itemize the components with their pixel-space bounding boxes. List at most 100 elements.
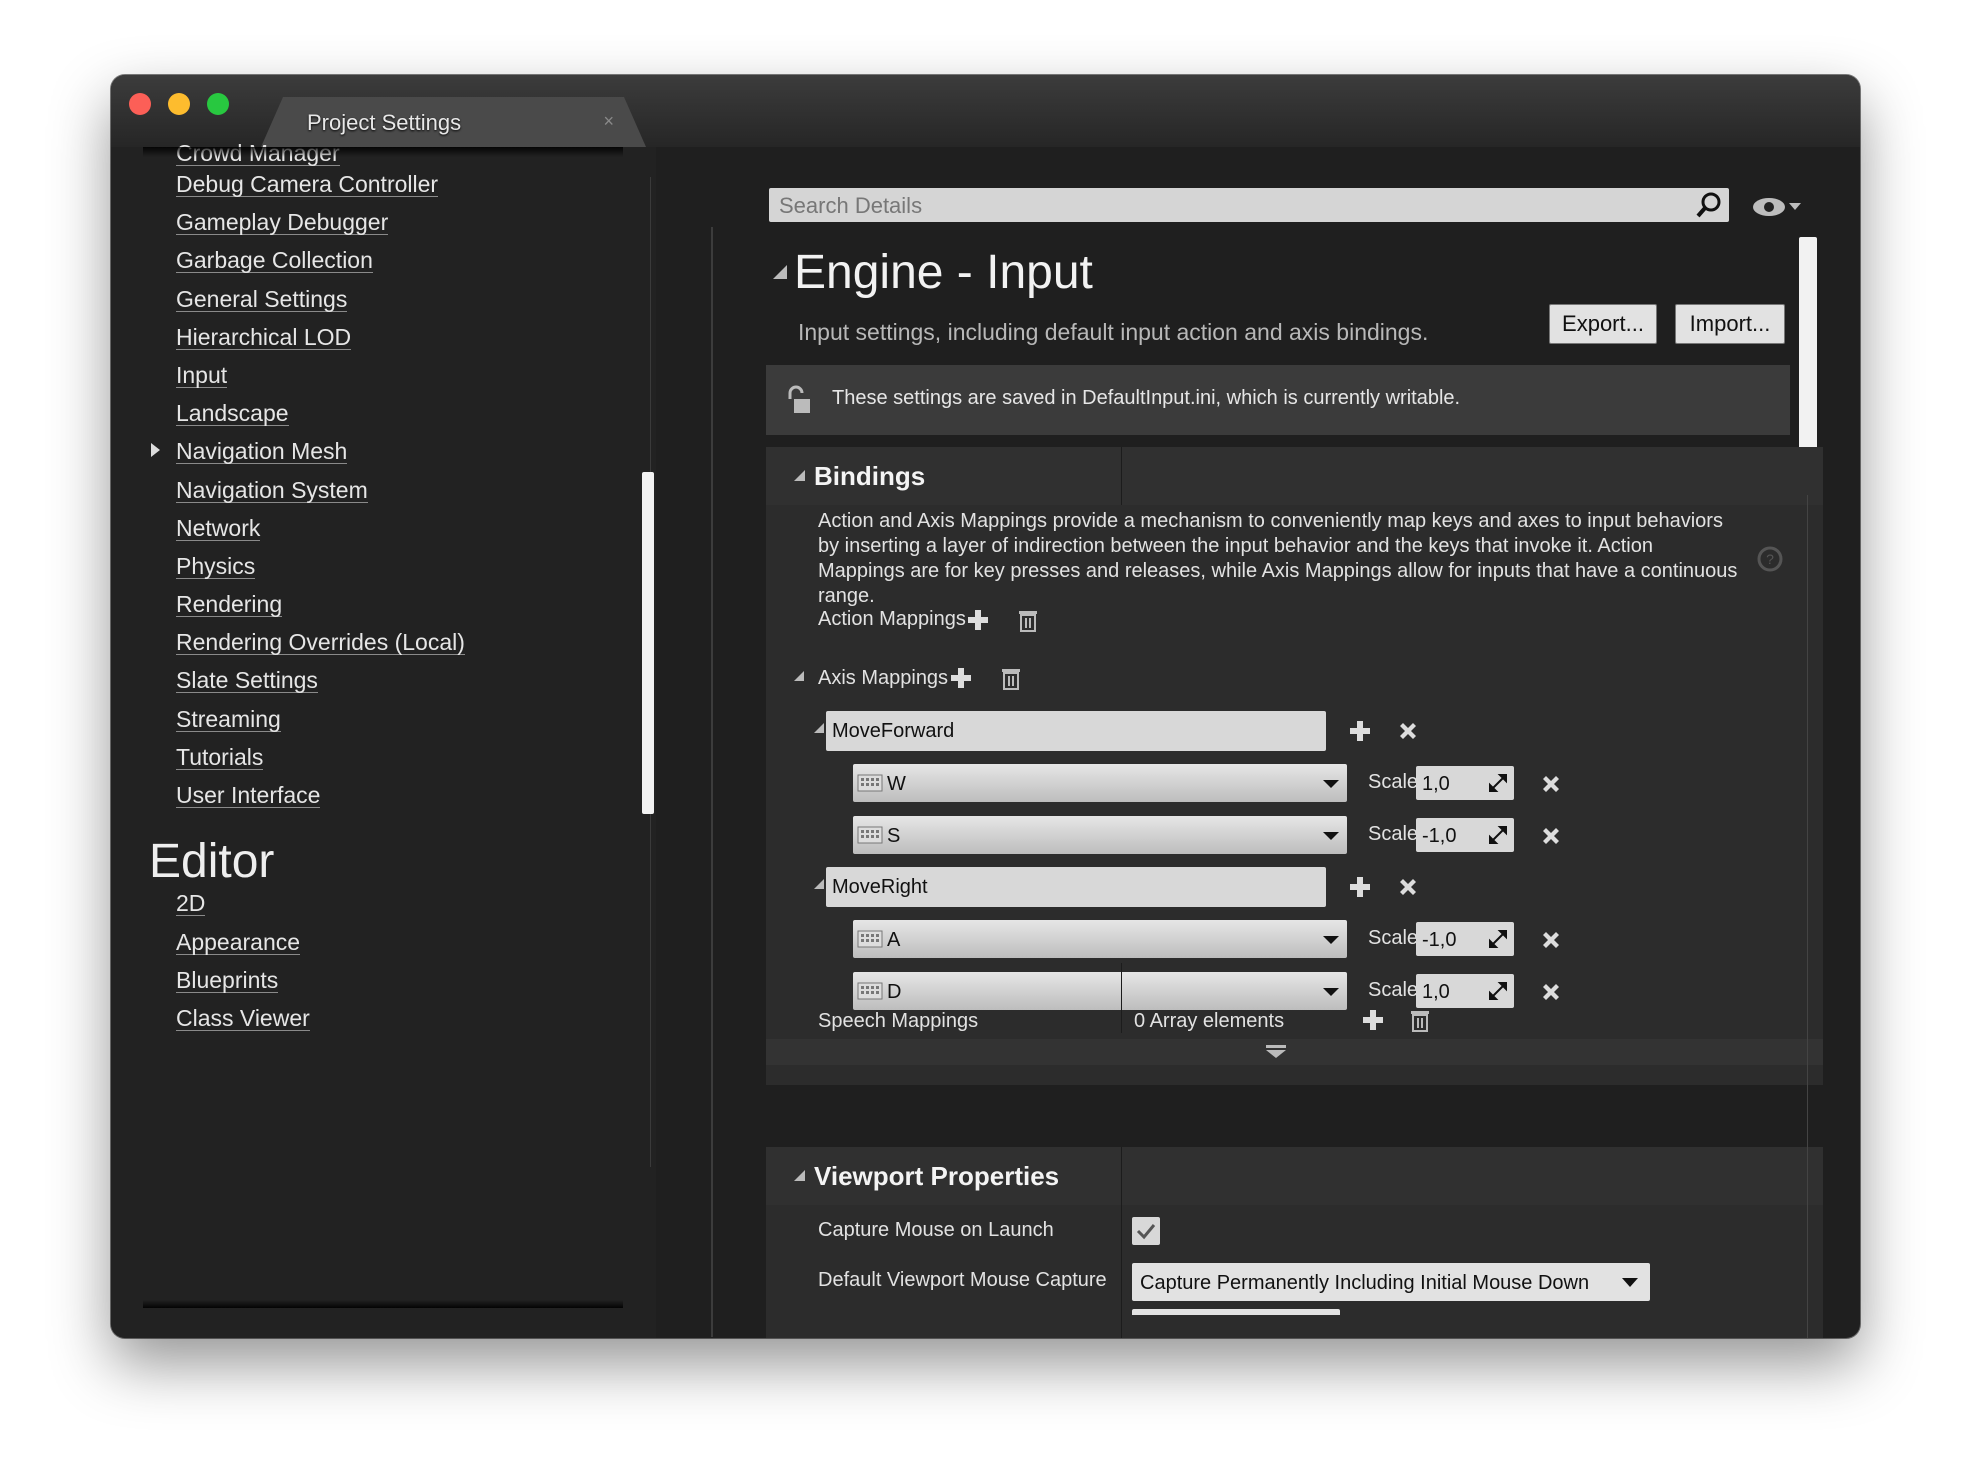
scale-input[interactable]: 1,0 bbox=[1416, 766, 1514, 800]
sidebar-item-debug-camera-controller[interactable]: Debug Camera Controller bbox=[176, 172, 439, 197]
scale-value[interactable]: -1,0 bbox=[1422, 929, 1456, 952]
sidebar-item-gameplay-debugger[interactable]: Gameplay Debugger bbox=[176, 210, 389, 235]
collapse-triangle-icon[interactable] bbox=[814, 723, 824, 733]
delete-action-mappings-icon[interactable] bbox=[1016, 608, 1040, 632]
key-name: A bbox=[887, 929, 901, 951]
search-input[interactable]: Search Details bbox=[779, 193, 922, 219]
sidebar-item-tutorials[interactable]: Tutorials bbox=[176, 745, 264, 770]
sidebar-item-2d[interactable]: 2D bbox=[176, 891, 206, 916]
remove-mapping-icon[interactable] bbox=[1396, 875, 1420, 899]
search-icon[interactable] bbox=[1695, 191, 1723, 219]
sidebar-item-physics[interactable]: Physics bbox=[176, 554, 256, 579]
sidebar-item-rendering[interactable]: Rendering bbox=[176, 592, 283, 617]
remove-mapping-icon[interactable] bbox=[1396, 719, 1420, 743]
sidebar-scroll-shadow bbox=[143, 147, 623, 157]
sidebar-item-navigation-mesh[interactable]: Navigation Mesh bbox=[176, 439, 348, 464]
keyboard-icon bbox=[857, 982, 883, 1000]
key-selector[interactable]: W bbox=[853, 764, 1347, 802]
spin-arrows-icon[interactable] bbox=[1488, 773, 1508, 793]
close-window-button[interactable] bbox=[129, 93, 151, 115]
collapse-triangle-icon[interactable] bbox=[794, 1170, 805, 1181]
capture-mouse-checkbox[interactable] bbox=[1132, 1217, 1160, 1245]
remove-key-icon[interactable] bbox=[1539, 824, 1563, 848]
sidebar-item-navigation-system[interactable]: Navigation System bbox=[176, 478, 368, 503]
sidebar-item-landscape[interactable]: Landscape bbox=[176, 401, 289, 426]
add-axis-mapping-icon[interactable] bbox=[949, 666, 973, 690]
key-selector[interactable]: D bbox=[853, 972, 1347, 1010]
sidebar-item-general-settings[interactable]: General Settings bbox=[176, 287, 348, 312]
sidebar-item-garbage-collection[interactable]: Garbage Collection bbox=[176, 248, 373, 273]
export-button[interactable]: Export... bbox=[1549, 304, 1657, 344]
zoom-window-button[interactable] bbox=[207, 93, 229, 115]
next-dropdown-partial[interactable] bbox=[1132, 1309, 1340, 1315]
scale-input[interactable]: -1,0 bbox=[1416, 818, 1514, 852]
chevron-down-icon bbox=[1323, 832, 1339, 840]
scale-label: Scale bbox=[1368, 823, 1419, 845]
mouse-capture-label: Default Viewport Mouse Capture bbox=[818, 1269, 1107, 1291]
sidebar-item-streaming[interactable]: Streaming bbox=[176, 707, 281, 732]
chevron-down-icon bbox=[1323, 936, 1339, 944]
axis-mapping-name-field[interactable]: MoveForward bbox=[826, 711, 1326, 751]
add-speech-mapping-icon[interactable] bbox=[1361, 1008, 1385, 1032]
advanced-expand-bar[interactable] bbox=[766, 1039, 1823, 1065]
bindings-section-header[interactable]: Bindings bbox=[766, 447, 1823, 505]
key-selector[interactable]: S bbox=[853, 816, 1347, 854]
scale-value[interactable]: 1,0 bbox=[1422, 773, 1450, 796]
scale-value[interactable]: -1,0 bbox=[1422, 825, 1456, 848]
remove-key-icon[interactable] bbox=[1539, 928, 1563, 952]
sidebar-item-slate-settings[interactable]: Slate Settings bbox=[176, 668, 318, 693]
collapse-triangle-icon[interactable] bbox=[814, 879, 824, 889]
spin-arrows-icon[interactable] bbox=[1488, 981, 1508, 1001]
add-key-icon[interactable] bbox=[1348, 875, 1372, 899]
eye-icon[interactable] bbox=[1751, 193, 1805, 221]
delete-axis-mappings-icon[interactable] bbox=[999, 666, 1023, 690]
tab-close-icon[interactable]: × bbox=[603, 111, 614, 132]
add-key-icon[interactable] bbox=[1348, 719, 1372, 743]
spin-arrows-icon[interactable] bbox=[1488, 929, 1508, 949]
sidebar-item-hierarchical-lod[interactable]: Hierarchical LOD bbox=[176, 325, 352, 350]
key-name: S bbox=[887, 825, 901, 847]
scale-input[interactable]: 1,0 bbox=[1416, 974, 1514, 1008]
scale-label: Scale bbox=[1368, 979, 1419, 1001]
delete-speech-mappings-icon[interactable] bbox=[1408, 1008, 1432, 1032]
checkmark-icon bbox=[1136, 1224, 1156, 1240]
capture-mouse-label: Capture Mouse on Launch bbox=[818, 1219, 1054, 1241]
sidebar-item-blueprints[interactable]: Blueprints bbox=[176, 968, 279, 993]
bindings-body: Action and Axis Mappings provide a mecha… bbox=[766, 505, 1823, 1085]
expand-advanced-icon[interactable] bbox=[1264, 1045, 1288, 1059]
keyboard-icon bbox=[857, 774, 883, 792]
help-icon[interactable]: ? bbox=[1756, 545, 1784, 573]
collapse-triangle-icon[interactable] bbox=[794, 470, 805, 481]
viewport-section-header[interactable]: Viewport Properties bbox=[766, 1147, 1823, 1205]
import-button[interactable]: Import... bbox=[1675, 304, 1785, 344]
mouse-capture-dropdown[interactable]: Capture Permanently Including Initial Mo… bbox=[1132, 1263, 1650, 1301]
details-right-border bbox=[1807, 495, 1808, 1338]
scale-value[interactable]: 1,0 bbox=[1422, 981, 1450, 1004]
keyboard-icon bbox=[857, 826, 883, 844]
axis-mapping-name[interactable]: MoveRight bbox=[832, 876, 928, 899]
remove-key-icon[interactable] bbox=[1539, 772, 1563, 796]
sidebar-scrollbar[interactable] bbox=[642, 472, 654, 814]
spin-arrows-icon[interactable] bbox=[1488, 825, 1508, 845]
collapse-triangle-icon[interactable] bbox=[773, 265, 787, 279]
collapse-triangle-icon[interactable] bbox=[794, 671, 804, 681]
scale-input[interactable]: -1,0 bbox=[1416, 922, 1514, 956]
key-selector[interactable]: A bbox=[853, 920, 1347, 958]
axis-mapping-name[interactable]: MoveForward bbox=[832, 720, 954, 743]
axis-mapping-name-field[interactable]: MoveRight bbox=[826, 867, 1326, 907]
keyboard-icon bbox=[857, 930, 883, 948]
search-details-field[interactable]: Search Details bbox=[769, 188, 1729, 222]
panel-divider[interactable] bbox=[711, 227, 713, 1337]
minimize-window-button[interactable] bbox=[168, 93, 190, 115]
sidebar-item-network[interactable]: Network bbox=[176, 516, 261, 541]
sidebar-item-user-interface[interactable]: User Interface bbox=[176, 783, 321, 808]
sidebar-item-input[interactable]: Input bbox=[176, 363, 228, 388]
chevron-down-icon bbox=[1622, 1278, 1638, 1287]
column-divider bbox=[1121, 1205, 1122, 1338]
sidebar-item-appearance[interactable]: Appearance bbox=[176, 930, 301, 955]
add-action-mapping-icon[interactable] bbox=[966, 608, 990, 632]
remove-key-icon[interactable] bbox=[1539, 980, 1563, 1004]
sidebar-item-class-viewer[interactable]: Class Viewer bbox=[176, 1006, 310, 1031]
sidebar-item-rendering-overrides[interactable]: Rendering Overrides (Local) bbox=[176, 630, 465, 655]
svg-text:?: ? bbox=[1766, 551, 1774, 567]
